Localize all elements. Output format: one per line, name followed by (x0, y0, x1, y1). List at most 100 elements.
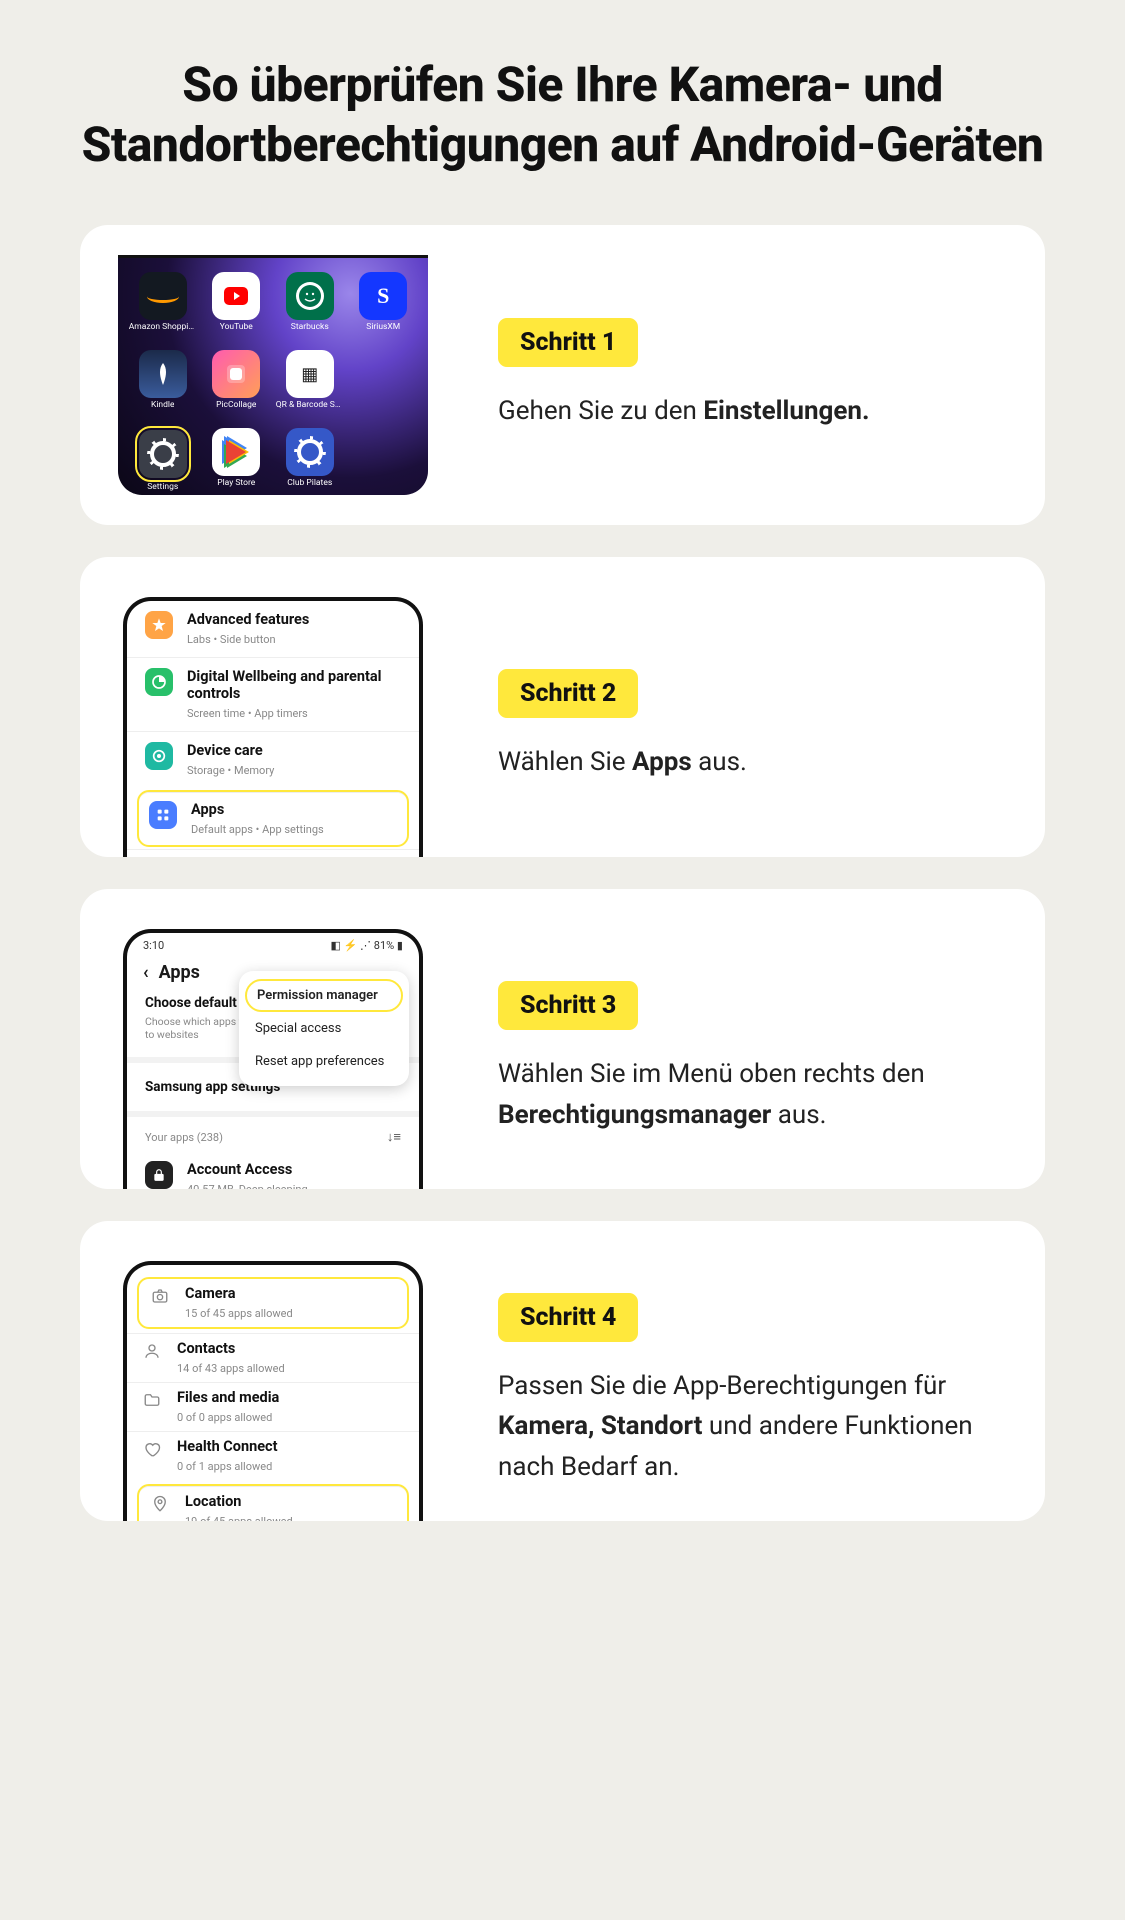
app-label: QR & Barcode Sca... (276, 400, 344, 410)
pic-icon (212, 350, 260, 398)
sbux-icon (286, 272, 334, 320)
divider (127, 1111, 419, 1117)
play-icon (212, 428, 260, 476)
menu-item[interactable]: Special access (239, 1012, 409, 1045)
overflow-menu: Permission managerSpecial accessReset ap… (239, 971, 409, 1086)
step-2-desc-bold: Apps (632, 747, 692, 777)
yt-icon (212, 272, 260, 320)
app-sirius[interactable]: S SiriusXM (359, 272, 407, 344)
apps-icon (149, 801, 177, 829)
app-label: Play Store (217, 478, 255, 488)
phone-apps-screen: 3:10 ◧ ⚡ ⋰ 81% ▮ ‹ Apps Permission manag… (123, 929, 423, 1189)
app-amazon[interactable]: Amazon Shopping (129, 272, 197, 344)
app-label: PicCollage (216, 400, 256, 410)
step-2-desc-pre: Wählen Sie (498, 747, 632, 777)
perm-sub: 14 of 43 apps allowed (177, 1362, 285, 1375)
app-qr[interactable]: ▦ QR & Barcode Sca... (276, 350, 344, 422)
step-3-desc-post: aus. (771, 1100, 826, 1130)
app-row-account-access[interactable]: Account Access 40.57 MB, Deep sleeping (127, 1151, 419, 1189)
status-icons: ◧ ⚡ ⋰ 81% ▮ (331, 939, 404, 952)
heart-icon (141, 1438, 163, 1460)
pin-icon (149, 1493, 171, 1515)
perm-row-pin[interactable]: Location 19 of 45 apps allowed (139, 1486, 407, 1521)
perm-title: Files and media (177, 1389, 405, 1406)
app-label: Settings (147, 482, 178, 492)
person-icon (141, 1340, 163, 1362)
phone-home-screen: Amazon Shopping YouTube Starbucks S SiriusXM… (118, 255, 428, 495)
perm-title: Health Connect (177, 1438, 405, 1455)
page-title: So überprüfen Sie Ihre Kamera- und Stand… (80, 55, 1045, 175)
settings-icon (139, 430, 187, 478)
wellbeing-icon (145, 668, 173, 696)
app-play[interactable]: Play Store (212, 428, 260, 500)
perm-sub: 0 of 0 apps allowed (177, 1411, 272, 1424)
sirius-icon: S (359, 272, 407, 320)
status-bar: 3:10 ◧ ⚡ ⋰ 81% ▮ (127, 933, 419, 958)
step-4-card: Camera 15 of 45 apps allowed Contacts 14 of… (80, 1221, 1045, 1521)
account-access-title: Account Access (187, 1161, 401, 1178)
menu-item[interactable]: Permission manager (247, 981, 401, 1010)
perm-title: Location (185, 1493, 397, 1510)
star-icon (145, 611, 173, 639)
row-title: Device care (187, 742, 401, 759)
phone-settings-list: Advanced featuresLabs • Side buttonDigit… (123, 597, 423, 857)
row-sub: Labs • Side button (187, 633, 276, 646)
back-icon[interactable]: ‹ (143, 962, 149, 983)
status-time: 3:10 (143, 939, 164, 952)
account-access-sub: 40.57 MB, Deep sleeping (187, 1183, 308, 1189)
qr-icon: ▦ (286, 350, 334, 398)
perm-title: Camera (185, 1285, 397, 1302)
app-sbux[interactable]: Starbucks (286, 272, 334, 344)
step-1-desc: Gehen Sie zu den Einstellungen. (498, 391, 985, 431)
device-icon (145, 742, 173, 770)
settings-row-device[interactable]: Device careStorage • Memory (127, 731, 419, 788)
folder-icon (141, 1389, 163, 1411)
sort-icon[interactable]: ↓≡ (387, 1129, 401, 1145)
row-title: Digital Wellbeing and parental controls (187, 668, 401, 702)
app-pilates[interactable]: Club Pilates (286, 428, 334, 500)
row-sub: Default apps • App settings (191, 823, 324, 836)
step-1-desc-bold: Einstellungen. (703, 396, 869, 426)
settings-row-general[interactable]: General managementLanguage and keyboard … (127, 849, 419, 857)
step-2-badge: Schritt 2 (498, 669, 638, 718)
app-label: YouTube (220, 322, 253, 332)
perm-sub: 19 of 45 apps allowed (185, 1515, 293, 1521)
camera-icon (149, 1285, 171, 1307)
settings-row-wellbeing[interactable]: Digital Wellbeing and parental controlsS… (127, 657, 419, 731)
step-4-desc-bold: Kamera, Standort (498, 1411, 702, 1441)
app-label: Starbucks (291, 322, 329, 332)
step-3-desc: Wählen Sie im Menü oben rechts den Berec… (498, 1054, 985, 1135)
perm-title: Contacts (177, 1340, 405, 1357)
pilates-icon (286, 428, 334, 476)
menu-item[interactable]: Reset app preferences (239, 1045, 409, 1078)
settings-row-star[interactable]: Advanced featuresLabs • Side button (127, 601, 419, 657)
your-apps-count: Your apps (238) (145, 1131, 223, 1144)
step-4-badge: Schritt 4 (498, 1293, 638, 1342)
step-1-desc-pre: Gehen Sie zu den (498, 396, 703, 426)
perm-sub: 0 of 1 apps allowed (177, 1460, 272, 1473)
perm-row-folder[interactable]: Files and media 0 of 0 apps allowed (127, 1382, 419, 1431)
row-title: Apps (191, 801, 397, 818)
perm-row-camera[interactable]: Camera 15 of 45 apps allowed (139, 1279, 407, 1327)
perm-row-heart[interactable]: Health Connect 0 of 1 apps allowed (127, 1431, 419, 1480)
app-settings[interactable]: Settings (137, 428, 189, 500)
step-4-desc-pre: Passen Sie die App-Berechtigungen für (498, 1371, 946, 1401)
apps-header-title: Apps (159, 962, 200, 983)
step-2-desc: Wählen Sie Apps aus. (498, 742, 985, 782)
amazon-icon (139, 272, 187, 320)
app-label: SiriusXM (366, 322, 400, 332)
perm-row-person[interactable]: Contacts 14 of 43 apps allowed (127, 1333, 419, 1382)
settings-row-apps[interactable]: Apps Default apps • App settings (139, 792, 407, 845)
perm-sub: 15 of 45 apps allowed (185, 1307, 293, 1320)
step-3-desc-bold: Berechtigungsmanager (498, 1100, 771, 1130)
app-label: Amazon Shopping (129, 322, 197, 332)
app-label: Kindle (151, 400, 174, 410)
step-1-badge: Schritt 1 (498, 318, 638, 367)
step-3-card: 3:10 ◧ ⚡ ⋰ 81% ▮ ‹ Apps Permission manag… (80, 889, 1045, 1189)
step-2-desc-post: aus. (692, 747, 747, 777)
app-kindle[interactable]: Kindle (139, 350, 187, 422)
phone-permission-manager: Camera 15 of 45 apps allowed Contacts 14 of… (123, 1261, 423, 1521)
app-pic[interactable]: PicCollage (212, 350, 260, 422)
app-yt[interactable]: YouTube (212, 272, 260, 344)
lock-icon (145, 1161, 173, 1189)
